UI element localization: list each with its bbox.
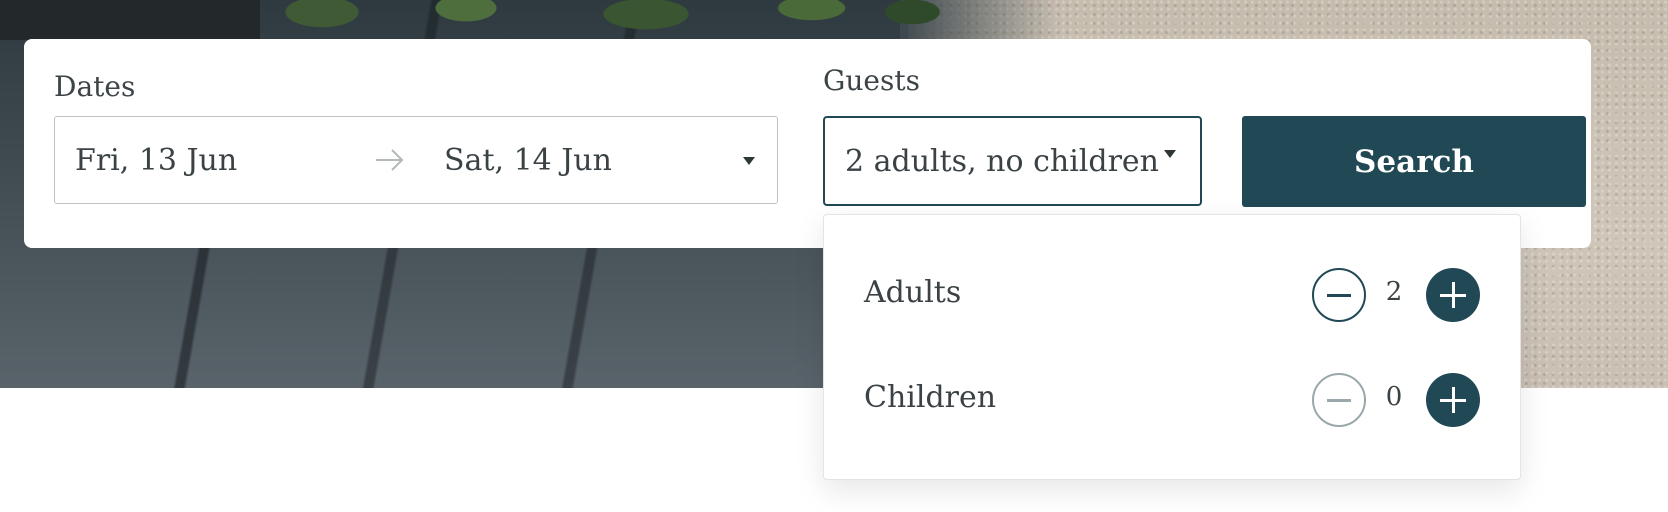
adults-label: Adults — [864, 275, 962, 310]
children-decrement-button[interactable] — [1312, 373, 1366, 427]
children-count: 0 — [1385, 382, 1403, 412]
adults-decrement-button[interactable] — [1312, 268, 1366, 322]
hero-dark-corner — [0, 0, 260, 40]
caret-down-icon — [1164, 150, 1176, 158]
children-increment-button[interactable] — [1426, 373, 1480, 427]
plants-area — [250, 0, 970, 40]
adults-count: 2 — [1385, 277, 1403, 307]
search-button[interactable]: Search — [1242, 116, 1586, 207]
minus-icon — [1327, 399, 1351, 402]
children-label: Children — [864, 380, 997, 415]
guests-dropdown: Adults 2 Children 0 — [823, 214, 1521, 480]
check-in-date[interactable]: Fri, 13 Jun — [75, 143, 237, 178]
dates-label: Dates — [54, 70, 136, 103]
dates-field[interactable]: Fri, 13 Jun Sat, 14 Jun — [54, 116, 778, 204]
caret-down-icon — [743, 157, 755, 165]
minus-icon — [1327, 294, 1351, 297]
plus-icon-vertical — [1451, 282, 1455, 308]
guests-select[interactable]: 2 adults, no children — [823, 116, 1202, 206]
arrow-right-icon — [376, 149, 404, 171]
check-out-date[interactable]: Sat, 14 Jun — [444, 143, 612, 178]
plus-icon-vertical — [1451, 387, 1455, 413]
guests-summary: 2 adults, no children — [845, 144, 1160, 179]
adults-increment-button[interactable] — [1426, 268, 1480, 322]
children-stepper: Children 0 — [824, 370, 1520, 430]
adults-stepper: Adults 2 — [824, 265, 1520, 325]
guests-label: Guests — [823, 64, 920, 97]
